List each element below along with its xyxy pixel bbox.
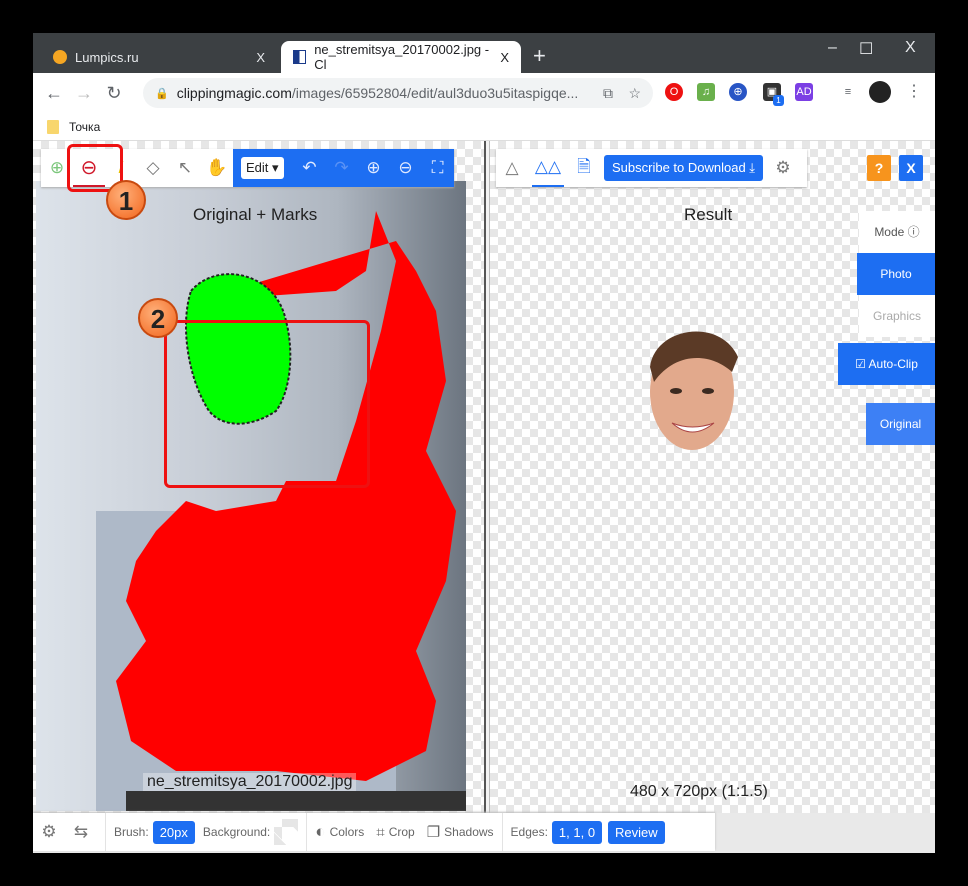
annotation-number-2: 2 (138, 298, 178, 338)
settings-gear-icon[interactable]: ⚙ (767, 149, 799, 187)
media-icon[interactable]: ≡ (839, 83, 857, 101)
address-bar-row: ← → ↻ 🔒 clippingmagic.com/images/65952804… (33, 73, 935, 113)
image-filename: ne_stremitsya_20170002.jpg (143, 773, 357, 791)
brush-size-button[interactable]: 20px (152, 820, 195, 844)
minimize-button[interactable]: – (828, 39, 837, 57)
music-extension-icon[interactable]: ♫ (697, 83, 715, 101)
brush-label: Brush: (114, 825, 149, 839)
url-input[interactable]: 🔒 clippingmagic.com/images/65952804/edit/… (143, 78, 653, 108)
original-pane-title: Original + Marks (193, 205, 318, 224)
result-pane-title: Result (684, 205, 733, 224)
bookmarks-bar: Точка (33, 113, 935, 141)
star-icon[interactable]: ☆ (628, 85, 641, 102)
undo-icon[interactable]: ↶ (294, 149, 326, 187)
fit-screen-icon[interactable]: ⛶ (422, 149, 454, 187)
edges-label: Edges: (510, 825, 548, 839)
colors-icon: ◐ (315, 822, 326, 841)
graphics-mode-button[interactable]: Graphics (859, 295, 935, 337)
save-icon[interactable]: 🗎 (568, 149, 600, 187)
bookmark-tochka[interactable]: Точка (69, 120, 100, 134)
edit-tools-group: Edit ▾ ↶ ↷ ⊕ ⊖ ⛶ (233, 149, 454, 187)
close-editor-button[interactable]: X (899, 155, 923, 181)
bottom-dark-area (126, 791, 466, 811)
redo-icon[interactable]: ↷ (326, 149, 358, 187)
settings-icon[interactable]: ⚙ (33, 813, 65, 851)
pan-hand-icon[interactable]: ✋ (201, 149, 233, 187)
adblock-extension-icon[interactable]: AD (795, 83, 813, 101)
zoom-out-icon[interactable]: ⊖ (390, 149, 422, 187)
bottom-toolbar: ⚙ ⇆ Brush: 20px Background: ◐ Colors ⌗ Cro… (33, 813, 715, 851)
tab-strip: Lumpics.ru X ne_stremitsya_20170002.jpg -… (33, 33, 935, 73)
reload-icon[interactable]: ↻ (99, 83, 129, 104)
auto-clip-checkbox[interactable]: ☑ Auto-Clip (838, 343, 935, 385)
review-button[interactable]: Review (608, 820, 665, 844)
photo-mode-button[interactable]: Photo (857, 253, 935, 295)
edit-dropdown[interactable]: Edit ▾ (241, 157, 284, 179)
annotation-box-2 (164, 320, 370, 488)
opera-extension-icon[interactable]: O (665, 83, 683, 101)
vpn-extension-icon[interactable]: ⊕ (729, 83, 747, 101)
result-face-image (650, 331, 738, 450)
crop-icon: ⌗ (376, 823, 385, 841)
original-button[interactable]: Original (866, 403, 935, 445)
crop-button[interactable]: Crop (389, 825, 415, 839)
new-tab-button[interactable]: + (533, 43, 546, 69)
single-view-icon[interactable]: △ (496, 149, 528, 187)
back-icon[interactable]: ← (39, 83, 69, 104)
split-view-icon[interactable]: △△ (532, 149, 564, 187)
clippingmagic-editor: ⊕ ⊖ / ◇ ↖ ✋ Edit ▾ ↶ ↷ ⊕ ⊖ ⛶ Original + … (33, 141, 935, 853)
maximize-button[interactable]: ☐ (859, 39, 873, 59)
eraser-icon[interactable]: ◇ (137, 149, 169, 187)
close-tab-icon[interactable]: X (500, 50, 509, 65)
image-dimensions: 480 x 720px (1:1.5) (630, 783, 768, 800)
tab-lumpics[interactable]: Lumpics.ru X (41, 41, 277, 73)
clippingmagic-favicon-icon (293, 50, 307, 64)
compare-icon[interactable]: ⇆ (65, 813, 97, 851)
background-marks-red (116, 211, 456, 781)
subscribe-download-button[interactable]: Subscribe to Download ⤓ (604, 155, 764, 181)
close-tab-icon[interactable]: X (256, 50, 265, 65)
menu-icon[interactable]: ⋮ (905, 83, 923, 101)
forward-icon[interactable]: → (69, 83, 99, 104)
annotation-number-1: 1 (106, 180, 146, 220)
lumpics-favicon-icon (53, 50, 67, 64)
background-label: Background: (202, 825, 271, 839)
shadows-icon: ❐ (426, 824, 441, 841)
avatar[interactable] (869, 81, 891, 103)
marks-overlay (96, 211, 466, 811)
shadows-button[interactable]: Shadows (444, 825, 493, 839)
result-pane: △ △△ 🗎 Subscribe to Download ⤓ ⚙ ? X Res… (490, 141, 935, 813)
original-image-canvas[interactable] (36, 181, 466, 811)
zoom-in-icon[interactable]: ⊕ (358, 149, 390, 187)
url-host: clippingmagic.com (176, 85, 292, 101)
mode-label: Mode ⓘ (859, 211, 935, 253)
folder-icon (47, 119, 59, 134)
background-swatch[interactable] (274, 819, 299, 845)
tab-label: ne_stremitsya_20170002.jpg - Cl (314, 42, 490, 72)
edges-button[interactable]: 1, 1, 0 (551, 820, 603, 844)
tab-label: Lumpics.ru (75, 49, 139, 65)
translate-icon[interactable]: ⧉ (603, 85, 613, 102)
close-window-button[interactable]: X (905, 39, 916, 57)
result-toolbar: △ △△ 🗎 Subscribe to Download ⤓ ⚙ (496, 149, 808, 187)
tab-clippingmagic[interactable]: ne_stremitsya_20170002.jpg - Cl X (281, 41, 521, 73)
lock-icon: 🔒 (155, 87, 169, 100)
help-button[interactable]: ? (867, 155, 891, 181)
extension-badge: 1 (773, 95, 784, 106)
url-path: /images/65952804/edit/aul3duo3u5itaspigq… (291, 85, 579, 101)
colors-button[interactable]: Colors (330, 825, 365, 839)
scalpel-icon[interactable]: ↖ (169, 149, 201, 187)
